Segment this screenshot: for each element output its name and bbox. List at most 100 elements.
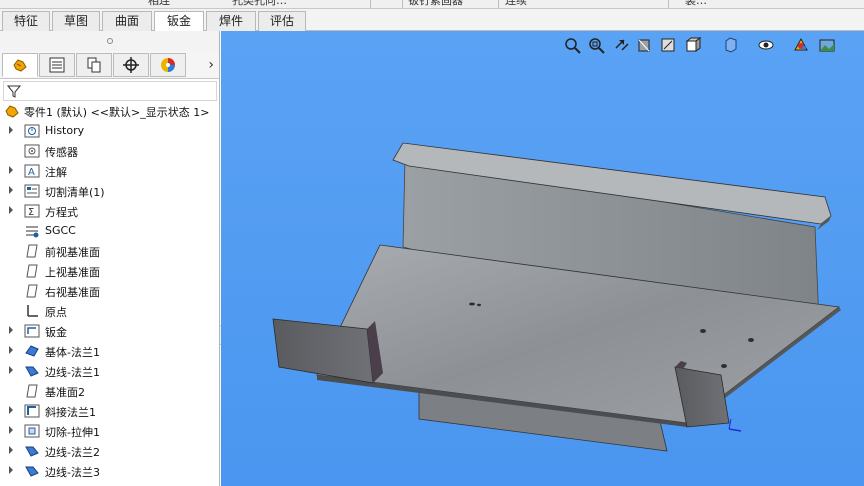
expand-arrow-icon[interactable]	[9, 326, 13, 334]
tree-item[interactable]: 基准面2	[0, 381, 219, 401]
tree-item-label: 原点	[45, 306, 67, 319]
miter-flange-icon	[24, 404, 40, 418]
expand-arrow-icon[interactable]	[9, 426, 13, 434]
plane-icon	[26, 284, 38, 298]
ribbon-separator	[498, 0, 499, 8]
tab-weldments[interactable]: 焊件	[206, 11, 256, 31]
tree-item[interactable]: 传感器	[0, 141, 219, 161]
tree-item-label: 右视基准面	[45, 286, 100, 299]
history-icon	[24, 124, 40, 138]
display-manager-tab[interactable]	[150, 53, 186, 77]
left-side-flange	[272, 318, 374, 384]
expand-arrow-icon[interactable]	[9, 206, 13, 214]
tree-item-label: 切除-拉伸1	[45, 426, 100, 439]
tree-item-label: 传感器	[45, 146, 78, 159]
ribbon-strip: 相连 孔类孔向… 钣钉紧固器 连续 装…	[0, 0, 864, 9]
tree-item[interactable]: History	[0, 121, 219, 141]
tree-item-label: 基体-法兰1	[45, 346, 100, 359]
equation-icon: Σ	[24, 204, 40, 218]
plane-icon	[26, 244, 38, 258]
annotation-icon: A	[24, 164, 40, 178]
grip-dot	[107, 38, 113, 44]
cut-extrude-icon	[24, 424, 40, 438]
tree-item[interactable]: 前视基准面	[0, 241, 219, 261]
ribbon-separator	[370, 0, 371, 8]
expand-arrow-icon[interactable]	[9, 446, 13, 454]
plane-icon	[26, 264, 38, 278]
ribbon-item[interactable]: 相连	[148, 0, 170, 8]
tree-item[interactable]: 斜接法兰1	[0, 401, 219, 421]
tree-item-label: SGCC	[45, 224, 76, 237]
tree-item-label: History	[45, 124, 85, 137]
tree-root-label: 零件1 (默认) <<默认>_显示状态 1>	[24, 106, 210, 119]
sheet-metal-part[interactable]	[221, 31, 864, 486]
expand-arrow-icon[interactable]	[9, 466, 13, 474]
ribbon-item[interactable]: 孔类孔向…	[232, 0, 287, 8]
ribbon-item[interactable]: 装…	[685, 0, 707, 8]
tree-item[interactable]: 切除-拉伸1	[0, 421, 219, 441]
edge-flange-icon	[25, 366, 39, 377]
expand-arrow-icon[interactable]	[9, 126, 13, 134]
chevron-right-icon[interactable]: ›	[208, 57, 214, 73]
tree-item-label: 边线-法兰2	[45, 446, 100, 459]
tree-item-label: 注解	[45, 166, 67, 179]
tree-item[interactable]: 边线-法兰1	[0, 361, 219, 381]
tab-sketch[interactable]: 草图	[52, 11, 100, 31]
tab-features[interactable]: 特征	[2, 11, 50, 31]
tree-item-label: 切割清单(1)	[45, 186, 105, 199]
ribbon-separator	[668, 0, 669, 8]
svg-text:Σ: Σ	[28, 207, 34, 218]
tree-item-label: 方程式	[45, 206, 78, 219]
property-manager-icon	[49, 57, 65, 73]
expand-arrow-icon[interactable]	[9, 406, 13, 414]
tree-item[interactable]: 上视基准面	[0, 261, 219, 281]
sheet-metal-icon	[24, 324, 40, 338]
tree-item[interactable]: 边线-法兰2	[0, 441, 219, 461]
plane-icon	[26, 384, 38, 398]
tree-item[interactable]: 右视基准面	[0, 281, 219, 301]
tab-surfaces[interactable]: 曲面	[102, 11, 152, 31]
tree-item-label: 斜接法兰1	[45, 406, 96, 419]
tab-sheet-metal[interactable]: 钣金	[154, 11, 204, 32]
expand-arrow-icon[interactable]	[9, 366, 13, 374]
tree-root-part[interactable]: 零件1 (默认) <<默认>_显示状态 1>	[0, 101, 219, 121]
tree-filter[interactable]	[3, 81, 217, 101]
dimxpert-manager-tab[interactable]	[113, 53, 149, 77]
feature-manager-tab[interactable]	[2, 53, 38, 77]
tree-item[interactable]: A 注解	[0, 161, 219, 181]
origin-icon	[27, 305, 38, 317]
tree-item[interactable]: SGCC	[0, 221, 219, 241]
ribbon-item[interactable]: 钣钉紧固器	[408, 0, 463, 8]
panel-tab-bar: ›	[0, 51, 219, 79]
tree-item[interactable]: 钣金	[0, 321, 219, 341]
svg-text:A: A	[28, 167, 35, 178]
expand-arrow-icon[interactable]	[9, 346, 13, 354]
dimxpert-icon	[123, 57, 139, 73]
tree-item-label: 基准面2	[45, 386, 85, 399]
tree-item[interactable]: 原点	[0, 301, 219, 321]
ribbon-separator	[402, 0, 403, 8]
part-icon	[5, 105, 19, 118]
origin-triad	[728, 418, 742, 432]
expand-arrow-icon[interactable]	[9, 166, 13, 174]
property-manager-tab[interactable]	[39, 53, 75, 77]
filter-icon	[7, 85, 21, 98]
ribbon-item[interactable]: 连续	[505, 0, 527, 8]
tree-item[interactable]: 边线-法兰3	[0, 461, 219, 481]
tree-item[interactable]: 基体-法兰1	[0, 341, 219, 361]
expand-arrow-icon[interactable]	[9, 186, 13, 194]
feature-manager-icon	[13, 59, 27, 72]
tree-item-label: 边线-法兰3	[45, 466, 100, 479]
tab-evaluate[interactable]: 评估	[258, 11, 306, 31]
base-flange-icon	[25, 345, 39, 357]
configuration-manager-tab[interactable]	[76, 53, 112, 77]
graphics-viewport[interactable]	[221, 31, 864, 486]
panel-grip[interactable]	[0, 31, 219, 51]
configuration-manager-icon	[87, 57, 101, 73]
edge-flange-icon	[25, 466, 39, 477]
tree-item[interactable]: Σ 方程式	[0, 201, 219, 221]
cut-list-icon	[24, 184, 40, 198]
tree-item[interactable]: 切割清单(1)	[0, 181, 219, 201]
tree-item-label: 前视基准面	[45, 246, 100, 259]
display-manager-icon	[161, 58, 175, 72]
